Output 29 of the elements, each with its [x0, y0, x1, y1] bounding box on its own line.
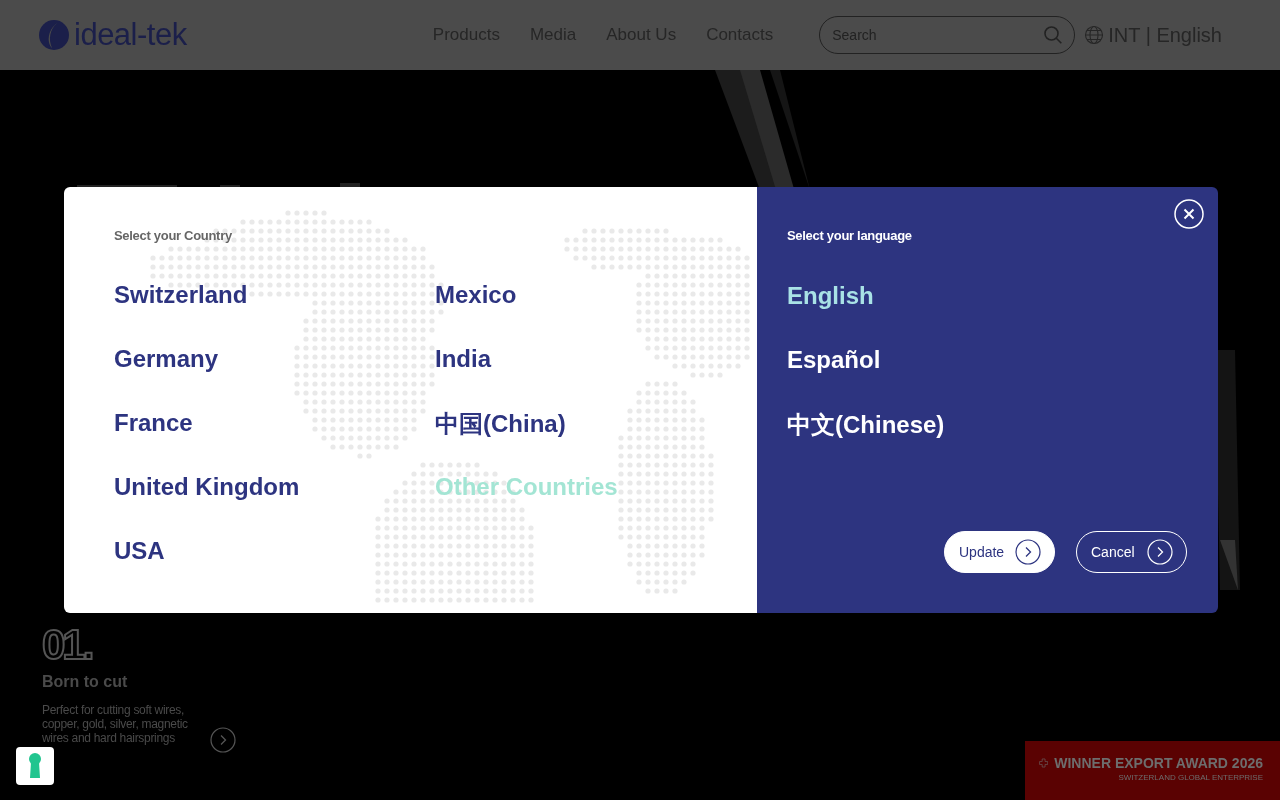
language-heading: Select your language	[787, 228, 913, 243]
language-option[interactable]: Español	[787, 345, 881, 375]
logo-icon	[38, 19, 70, 51]
country-option[interactable]: France	[114, 408, 193, 438]
globe-icon[interactable]	[1084, 25, 1105, 45]
country-option[interactable]: India	[435, 344, 491, 374]
country-option[interactable]: Mexico	[435, 280, 517, 310]
country-option[interactable]: USA	[114, 536, 165, 566]
slide-number: 01.	[42, 623, 94, 667]
country-option[interactable]: Switzerland	[114, 280, 248, 310]
slide-title: Born to cut	[42, 673, 129, 691]
chevron-icon	[1015, 539, 1041, 565]
country-heading: Select your Country	[114, 228, 233, 243]
chevron-icon	[1147, 539, 1173, 565]
language-option[interactable]: English	[787, 281, 874, 311]
update-button[interactable]: Update	[944, 531, 1055, 573]
cross-icon	[1039, 755, 1049, 771]
award-subtitle: SWITZERLAND GLOBAL ENTERPRISE	[1117, 773, 1263, 782]
search-icon[interactable]	[1043, 25, 1064, 45]
award-title: WINNER EXPORT AWARD 2026	[1054, 755, 1263, 771]
slide-description: Perfect for cutting soft wires, copper, gold, silver, magnetic wires and hard hairsprings	[42, 703, 189, 745]
keyhole-icon	[28, 753, 42, 779]
country-option[interactable]: Germany	[114, 344, 219, 374]
country-option[interactable]: 中国(China)	[435, 408, 566, 438]
close-icon	[1174, 199, 1204, 229]
cookie-settings-button[interactable]	[16, 747, 54, 785]
language-option[interactable]: 中文(Chinese)	[787, 409, 945, 439]
country-option[interactable]: United Kingdom	[114, 472, 300, 502]
close-button[interactable]	[1174, 199, 1204, 229]
